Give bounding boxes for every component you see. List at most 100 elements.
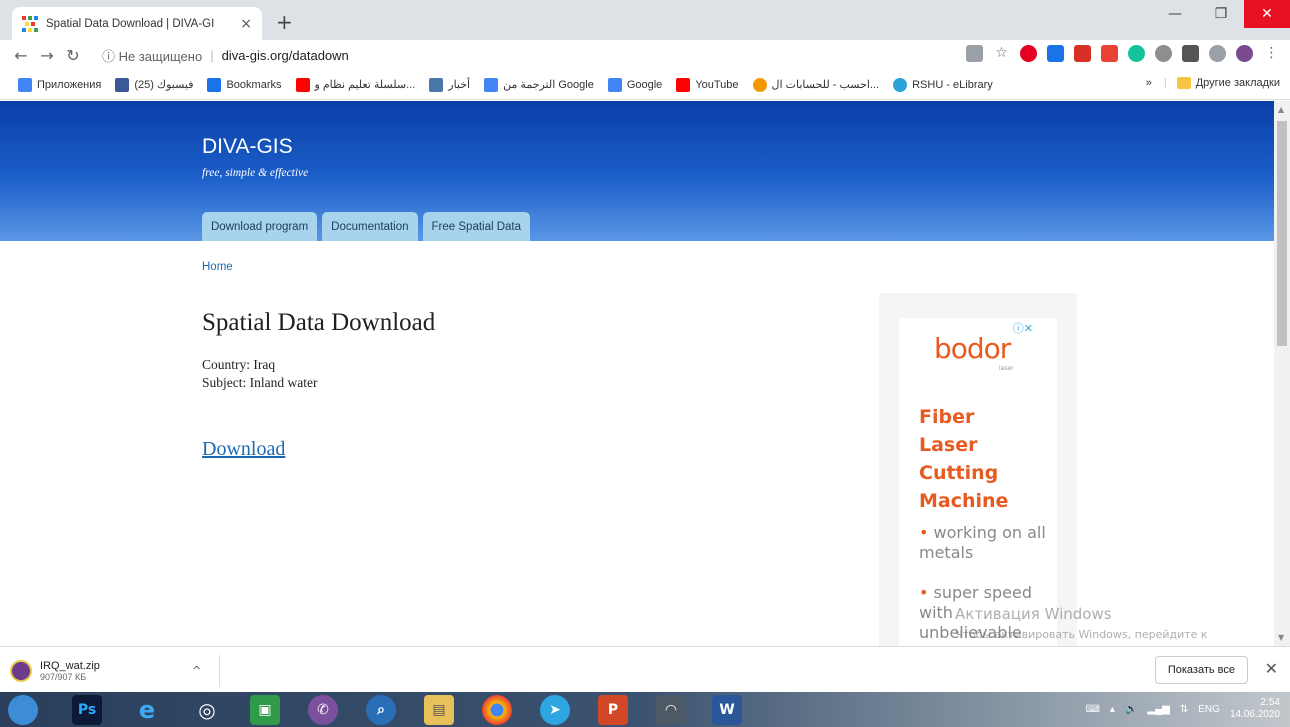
more-bookmarks-icon[interactable]: » [1146, 77, 1152, 89]
page-title: Spatial Data Download [202, 309, 436, 336]
opera-app[interactable]: ◎ [192, 695, 222, 725]
menu-icon[interactable]: ⋮ [1263, 45, 1280, 62]
close-shelf-icon[interactable]: ✕ [1265, 659, 1278, 678]
activation-watermark-title: Активация Windows [955, 605, 1112, 623]
other-bookmarks[interactable]: Другие закладки [1196, 77, 1280, 89]
bookmark-elibrary[interactable]: RSHU - eLibrary [893, 77, 993, 92]
site-header: DIVA-GIS free, simple & effective Downlo… [0, 101, 1274, 241]
clock-time: 2:54 [1260, 697, 1280, 708]
country-label: Country: Iraq [202, 357, 276, 372]
download-shelf: IRQ_wat.zip 907/907 КБ ^ Показать все ✕ [0, 646, 1290, 692]
bookmarks-divider: | [1163, 77, 1167, 89]
bookmark-apps[interactable]: Приложения [18, 77, 101, 92]
photoshop-app[interactable]: Ps [72, 695, 102, 725]
settings-ext-icon[interactable] [1155, 45, 1172, 62]
address-bar[interactable]: ⓘ Не защищено | diva-gis.org/datadown [102, 43, 872, 67]
chevron-up-icon[interactable]: ^ [192, 664, 201, 677]
network-icon[interactable]: ⇅ [1180, 704, 1188, 715]
vk-icon [429, 77, 444, 92]
bookmark-calc[interactable]: احسب - للحسابات ال... [752, 77, 879, 92]
tab-close-icon[interactable]: × [240, 16, 252, 32]
show-all-button[interactable]: Показать все [1154, 656, 1248, 684]
ad-headline: Fiber Laser Cutting Machine [919, 406, 1009, 512]
elibrary-icon [893, 77, 908, 92]
star-icon[interactable]: ☆ [993, 45, 1010, 62]
primary-nav: Download program Documentation Free Spat… [202, 212, 531, 241]
insecure-indicator[interactable]: ⓘ Не защищено [102, 46, 202, 65]
ad-close-icon[interactable]: ⓘ✕ [1013, 320, 1033, 336]
translate-icon[interactable] [966, 45, 983, 62]
bookmark-gis-series[interactable]: سلسلة تعليم نظام و... [295, 77, 415, 92]
language-indicator[interactable]: ENG [1198, 704, 1220, 715]
reload-icon[interactable]: ↻ [60, 46, 86, 65]
new-tab-button[interactable]: + [276, 10, 293, 34]
bookmark-bookmarks[interactable]: Bookmarks [207, 77, 282, 92]
bookmark-facebook[interactable]: فيسبوك (25) [115, 77, 193, 92]
cube-ext-icon[interactable] [1182, 45, 1199, 62]
keyboard-icon[interactable]: ⌨ [1085, 704, 1099, 715]
store-app[interactable]: ▣ [250, 695, 280, 725]
profile-avatar[interactable] [1236, 45, 1253, 62]
download-size: 907/907 КБ [40, 672, 87, 682]
system-tray: ⌨ ▴ 🔈 ▂▄▆ ⇅ ENG 2:54 14.06.2020 [1085, 697, 1280, 721]
ie-app[interactable]: e [132, 695, 162, 725]
search-ext-icon[interactable] [1047, 45, 1064, 62]
scroll-thumb[interactable] [1277, 121, 1287, 346]
close-window-button[interactable]: ✕ [1244, 0, 1290, 28]
pinterest-icon[interactable] [1020, 45, 1037, 62]
back-icon[interactable]: ← [8, 46, 34, 65]
star-icon [207, 77, 222, 92]
word-app[interactable]: W [712, 695, 742, 725]
site-name[interactable]: DIVA-GIS [202, 135, 293, 159]
grammarly-icon[interactable] [1128, 45, 1145, 62]
site-slogan: free, simple & effective [202, 167, 309, 179]
scroll-up-icon[interactable]: ▲ [1278, 105, 1284, 114]
volume-icon[interactable]: 🔈 [1125, 704, 1137, 715]
facebook-icon [115, 77, 130, 92]
pdf-icon[interactable] [1074, 45, 1091, 62]
address-separator: | [210, 47, 214, 63]
ad-logo: bodor [934, 332, 1011, 365]
youtube-icon [676, 77, 691, 92]
data-meta: Country: Iraq Subject: Inland water [202, 356, 317, 392]
browser-tab[interactable]: Spatial Data Download | DIVA-GI × [12, 7, 262, 40]
record-icon[interactable] [1101, 45, 1118, 62]
restore-button[interactable]: ❐ [1198, 0, 1244, 28]
minimize-button[interactable]: — [1152, 0, 1198, 28]
page-scrollbar[interactable]: ▲ ▼ [1274, 101, 1290, 646]
globalmapper-app[interactable]: ◠ [656, 695, 686, 725]
subject-label: Subject: Inland water [202, 375, 318, 390]
search-app[interactable]: ⌕ [366, 695, 396, 725]
explorer-app[interactable]: ▤ [424, 695, 454, 725]
google-icon [607, 77, 622, 92]
signal-icon[interactable]: ▂▄▆ [1147, 704, 1169, 715]
tab-title: Spatial Data Download | DIVA-GI [46, 17, 215, 30]
nav-documentation[interactable]: Documentation [322, 212, 418, 241]
download-item[interactable]: IRQ_wat.zip 907/907 КБ ^ [10, 655, 220, 687]
ad-banner[interactable]: ⓘ✕ bodor laser Fiber Laser Cutting Machi… [879, 293, 1077, 646]
scroll-down-icon[interactable]: ▼ [1278, 633, 1284, 642]
start-button[interactable] [8, 695, 38, 725]
bookmark-google[interactable]: Google [607, 77, 662, 92]
nav-download-program[interactable]: Download program [202, 212, 318, 241]
tray-expand-icon[interactable]: ▴ [1110, 704, 1115, 715]
telegram-app[interactable]: ➤ [540, 695, 570, 725]
extension-icons: ☆ ⋮ [966, 45, 1280, 62]
web-page: DIVA-GIS free, simple & effective Downlo… [0, 101, 1274, 646]
url-text[interactable]: diva-gis.org/datadown [222, 48, 349, 63]
bookmark-translate[interactable]: الترجمة من Google [484, 77, 594, 92]
bookmark-youtube[interactable]: YouTube [676, 77, 739, 92]
powerpoint-app[interactable]: P [598, 695, 628, 725]
forward-icon[interactable]: → [34, 46, 60, 65]
viber-app[interactable]: ✆ [308, 695, 338, 725]
chrome-app[interactable]: ● [482, 695, 512, 725]
download-link[interactable]: Download [202, 438, 285, 461]
emoji-ext-icon[interactable] [1209, 45, 1226, 62]
clock[interactable]: 2:54 14.06.2020 [1230, 697, 1280, 721]
nav-free-spatial-data[interactable]: Free Spatial Data [422, 212, 531, 241]
ad-bullet: • working on all metals [919, 523, 1046, 562]
bookmark-news[interactable]: أخبار [429, 77, 470, 92]
browser-toolbar: ← → ↻ ⓘ Не защищено | diva-gis.org/datad… [0, 40, 1290, 70]
breadcrumb-home[interactable]: Home [202, 261, 233, 273]
ad-content[interactable]: ⓘ✕ bodor laser Fiber Laser Cutting Machi… [899, 318, 1057, 646]
